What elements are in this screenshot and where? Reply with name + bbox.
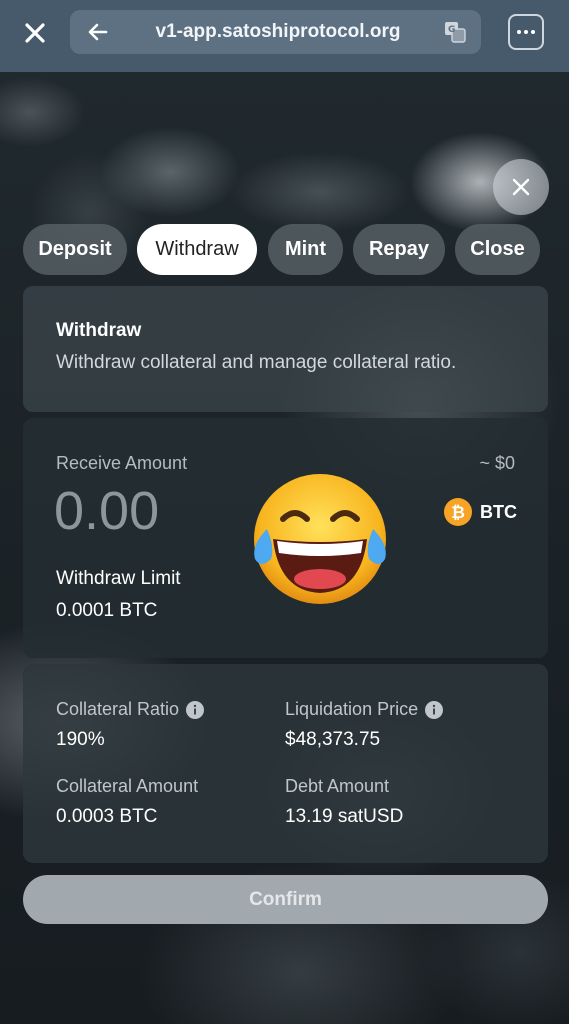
address-bar[interactable]: v1-app.satoshiprotocol.org G [70, 10, 481, 54]
info-icon[interactable] [186, 700, 205, 719]
token-symbol: BTC [480, 501, 517, 522]
debt-amount-value: 13.19 satUSD [285, 806, 404, 827]
close-icon [512, 178, 530, 196]
url-text[interactable]: v1-app.satoshiprotocol.org [128, 10, 428, 54]
tab-close[interactable]: Close [455, 224, 540, 275]
browser-toolbar: v1-app.satoshiprotocol.org G [0, 0, 569, 72]
laughing-emoji-icon [254, 474, 386, 604]
debt-amount-label: Debt Amount [285, 776, 390, 796]
withdraw-info-card: Withdraw Withdraw collateral and manage … [23, 286, 548, 412]
card-title: Withdraw [56, 320, 142, 341]
amount-input[interactable]: 0.00 [54, 480, 159, 542]
svg-text:G: G [448, 25, 455, 35]
info-icon[interactable] [425, 700, 444, 719]
close-icon[interactable] [14, 12, 56, 54]
translate-icon[interactable]: G [444, 21, 466, 43]
tab-repay[interactable]: Repay [353, 224, 445, 275]
tab-mint[interactable]: Mint [268, 224, 343, 275]
liquidation-price-label-text: Liquidation Price [285, 699, 419, 719]
receive-amount-label: Receive Amount [56, 453, 188, 473]
collateral-ratio-label: Collateral Ratio [56, 699, 205, 720]
usd-value: ~ $0 [479, 453, 515, 473]
collateral-amount-value: 0.0003 BTC [56, 806, 158, 827]
position-stats-card: Collateral Ratio 190% Liquidation Price … [23, 664, 548, 863]
collateral-amount-label: Collateral Amount [56, 776, 199, 796]
tab-withdraw[interactable]: Withdraw [137, 224, 257, 275]
withdraw-limit-label: Withdraw Limit [56, 568, 181, 589]
svg-text:₿: ₿ [451, 503, 465, 523]
btc-icon: ₿ [444, 498, 472, 526]
collateral-ratio-value: 190% [56, 729, 105, 750]
tab-deposit[interactable]: Deposit [23, 224, 127, 275]
modal-close-button[interactable] [493, 159, 549, 215]
token-selector[interactable]: ₿ BTC [444, 498, 517, 526]
more-dots-icon[interactable] [508, 14, 544, 50]
collateral-ratio-label-text: Collateral Ratio [56, 699, 180, 719]
liquidation-price-value: $48,373.75 [285, 729, 381, 750]
arrow-left-icon[interactable] [84, 18, 112, 46]
liquidation-price-label: Liquidation Price [285, 699, 444, 720]
card-description: Withdraw collateral and manage collatera… [56, 352, 457, 373]
withdraw-limit-value: 0.0001 BTC [56, 600, 158, 621]
confirm-button[interactable]: Confirm [23, 875, 548, 924]
